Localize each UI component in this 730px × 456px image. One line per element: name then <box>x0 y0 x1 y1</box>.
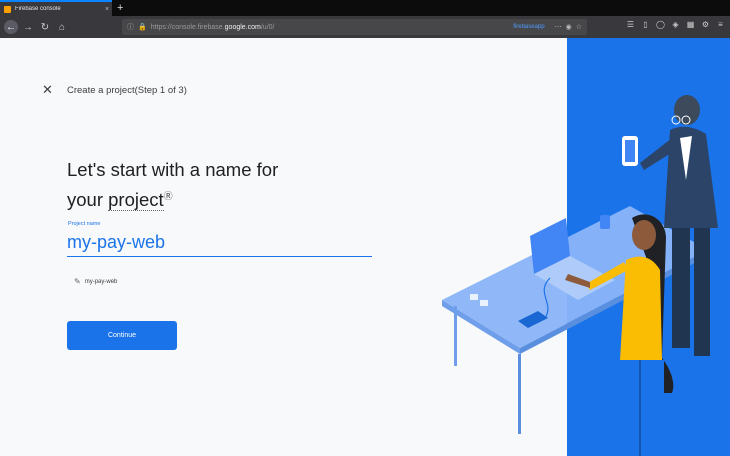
new-tab-button[interactable]: + <box>117 1 123 15</box>
heading-line-1: Let's start with a name for <box>67 159 279 180</box>
url-bar[interactable]: ⓘ 🔒 https://console.firebase.google.com/… <box>122 19 587 35</box>
page-actions-icon[interactable]: ⋯ <box>555 23 562 31</box>
pocket-icon[interactable]: ◉ <box>566 23 572 31</box>
settings-icon[interactable]: ⚙ <box>698 20 713 29</box>
page-title: Let's start with a name for your project… <box>67 156 367 213</box>
illustration <box>440 38 730 456</box>
account-icon[interactable]: ◯ <box>653 20 668 29</box>
people-at-desk-illustration <box>442 95 718 456</box>
url-text[interactable]: https://console.firebase.google.com/u/0/ <box>151 24 514 31</box>
url-domain: google.com <box>224 23 261 31</box>
addons-grid-icon[interactable]: ▦ <box>683 20 698 29</box>
site-info-icon[interactable]: ⓘ <box>127 22 134 32</box>
bookmark-star-icon[interactable]: ☆ <box>576 23 582 31</box>
tab-firebase-console[interactable]: Firebase console × <box>0 0 112 16</box>
heading-line-2: your projectⓇ <box>67 183 367 213</box>
tab-close-icon[interactable]: × <box>102 6 112 13</box>
project-name-label: Project name <box>68 221 101 227</box>
continue-button[interactable]: Continue <box>67 321 177 350</box>
pencil-icon[interactable]: ✎ <box>74 277 81 286</box>
project-id-row[interactable]: ✎ my-pay-web <box>74 277 117 286</box>
home-icon[interactable]: ⌂ <box>55 20 69 34</box>
toolbar-right: ☰ ▯ ◯ ◈ ▦ ⚙ ≡ <box>623 20 728 29</box>
help-icon[interactable]: Ⓡ <box>164 191 173 201</box>
back-button[interactable]: ← <box>4 20 18 34</box>
project-id-text: my-pay-web <box>84 278 118 285</box>
tab-bar: Firebase console × + <box>0 0 730 16</box>
tab-title: Firebase console <box>15 6 61 12</box>
url-suffix: /u/0/ <box>260 23 275 31</box>
lock-icon[interactable]: 🔒 <box>138 23 147 31</box>
extension-icon[interactable]: ◈ <box>668 20 683 29</box>
url-prefix: https://console.firebase. <box>150 23 225 31</box>
forward-button[interactable]: → <box>21 20 35 34</box>
step-title: Create a project(Step 1 of 3) <box>67 85 187 96</box>
create-project-page: ✕ Create a project(Step 1 of 3) Let's st… <box>0 38 730 456</box>
firebase-favicon-icon <box>4 5 11 13</box>
menu-icon[interactable]: ≡ <box>713 20 728 29</box>
navigation-bar: ← → ↻ ⌂ ⓘ 🔒 https://console.firebase.goo… <box>0 16 730 38</box>
project-name-input[interactable] <box>67 228 372 257</box>
library-icon[interactable]: ☰ <box>623 20 638 29</box>
heading-prefix: your <box>67 189 109 211</box>
sidebar-icon[interactable]: ▯ <box>638 20 653 29</box>
url-badge[interactable]: firebaseapp <box>513 24 544 30</box>
heading-project-word: project <box>108 189 164 212</box>
reload-button[interactable]: ↻ <box>38 20 52 34</box>
close-icon[interactable]: ✕ <box>42 82 53 98</box>
